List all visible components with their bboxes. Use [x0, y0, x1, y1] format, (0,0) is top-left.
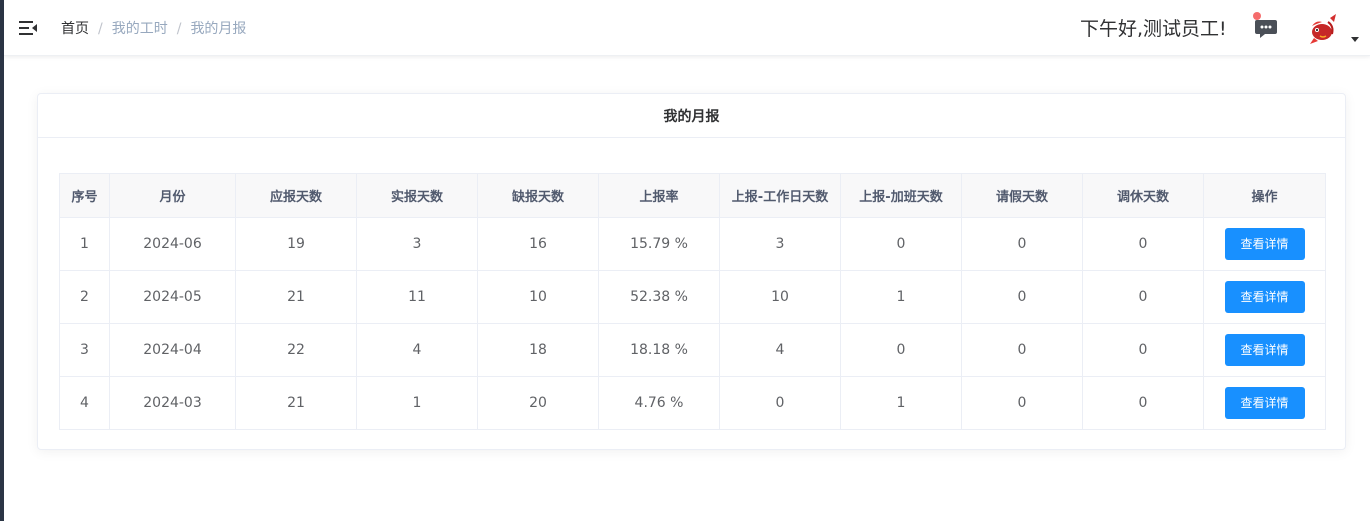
table-cell: 21 — [235, 270, 357, 324]
table-cell: 0 — [961, 217, 1083, 271]
table-cell: 20 — [477, 376, 599, 430]
column-header: 操作 — [1203, 173, 1326, 218]
table-cell: 3 — [356, 217, 478, 271]
table-cell: 52.38 % — [598, 270, 720, 324]
table-row: 2 2024-05 21 11 10 52.38 % 10 1 0 0 查看详情 — [59, 270, 1326, 324]
table-cell: 0 — [1082, 376, 1204, 430]
action-cell: 查看详情 — [1203, 270, 1326, 324]
table-header-row: 序号 月份 应报天数 实报天数 缺报天数 上报率 上报-工作日天数 上报-加班天… — [59, 173, 1326, 218]
breadcrumb: 首页 / 我的工时 / 我的月报 — [61, 19, 246, 39]
table-cell: 1 — [840, 270, 962, 324]
caret-down-icon[interactable] — [1351, 37, 1359, 42]
table-cell: 0 — [1082, 270, 1204, 324]
table-cell: 1 — [59, 217, 110, 271]
table-cell: 4 — [59, 376, 110, 430]
breadcrumb-separator: / — [176, 21, 182, 37]
breadcrumb-my-monthly-report: 我的月报 — [190, 21, 247, 37]
table-cell: 22 — [235, 323, 357, 377]
table-cell: 4.76 % — [598, 376, 720, 430]
table-row: 3 2024-04 22 4 18 18.18 % 4 0 0 0 查看详情 — [59, 323, 1326, 377]
table-cell: 0 — [961, 376, 1083, 430]
breadcrumb-home[interactable]: 首页 — [61, 19, 89, 39]
table-cell: 2024-05 — [109, 270, 236, 324]
table-cell: 0 — [961, 270, 1083, 324]
table-cell: 0 — [961, 323, 1083, 377]
table-cell: 4 — [356, 323, 478, 377]
column-header: 应报天数 — [235, 173, 357, 218]
table-cell: 2 — [59, 270, 110, 324]
table-cell: 2024-06 — [109, 217, 236, 271]
column-header: 实报天数 — [356, 173, 478, 218]
view-details-button[interactable]: 查看详情 — [1224, 387, 1305, 419]
table-cell: 1 — [840, 376, 962, 430]
message-badge-dot — [1253, 12, 1261, 20]
breadcrumb-separator: / — [98, 21, 103, 37]
monthly-report-table: 序号 月份 应报天数 实报天数 缺报天数 上报率 上报-工作日天数 上报-加班天… — [59, 173, 1326, 430]
table-cell: 19 — [235, 217, 357, 271]
avatar[interactable] — [1306, 12, 1340, 46]
view-details-button[interactable]: 查看详情 — [1224, 281, 1305, 313]
column-header: 调休天数 — [1082, 173, 1204, 218]
table-cell: 0 — [719, 376, 841, 430]
column-header: 上报-加班天数 — [840, 173, 962, 218]
column-header: 月份 — [109, 173, 236, 218]
monthly-report-card: 我的月报 序号 月份 应报天数 实报天数 缺报天数 上报率 上报-工作日天数 上… — [37, 93, 1346, 450]
action-cell: 查看详情 — [1203, 376, 1326, 430]
table-cell: 18 — [477, 323, 599, 377]
table-cell: 2024-03 — [109, 376, 236, 430]
column-header: 缺报天数 — [477, 173, 599, 218]
table-cell: 10 — [477, 270, 599, 324]
view-details-button[interactable]: 查看详情 — [1224, 334, 1305, 366]
column-header: 请假天数 — [961, 173, 1083, 218]
table-cell: 2024-04 — [109, 323, 236, 377]
table-cell: 0 — [1082, 217, 1204, 271]
table-cell: 16 — [477, 217, 599, 271]
greeting-text: 下午好,测试员工! — [1080, 18, 1227, 40]
table-cell: 0 — [840, 217, 962, 271]
table-row: 4 2024-03 21 1 20 4.76 % 0 1 0 0 查看详情 — [59, 376, 1326, 430]
table-row: 1 2024-06 19 3 16 15.79 % 3 0 0 0 查看详情 — [59, 217, 1326, 271]
action-cell: 查看详情 — [1203, 323, 1326, 377]
table-cell: 1 — [356, 376, 478, 430]
table-cell: 4 — [719, 323, 841, 377]
table-cell: 11 — [356, 270, 478, 324]
table-cell: 0 — [1082, 323, 1204, 377]
table-cell: 3 — [719, 217, 841, 271]
column-header: 上报率 — [598, 173, 720, 218]
menu-fold-icon[interactable] — [18, 19, 38, 37]
column-header: 序号 — [59, 173, 110, 218]
table-cell: 3 — [59, 323, 110, 377]
action-cell: 查看详情 — [1203, 217, 1326, 271]
view-details-button[interactable]: 查看详情 — [1224, 228, 1305, 260]
table-cell: 15.79 % — [598, 217, 720, 271]
table-cell: 18.18 % — [598, 323, 720, 377]
breadcrumb-my-hours: 我的工时 — [111, 21, 168, 37]
table-cell: 10 — [719, 270, 841, 324]
table-cell: 0 — [840, 323, 962, 377]
sidebar-edge — [0, 0, 4, 521]
table-cell: 21 — [235, 376, 357, 430]
column-header: 上报-工作日天数 — [719, 173, 841, 218]
card-title: 我的月报 — [38, 94, 1345, 138]
